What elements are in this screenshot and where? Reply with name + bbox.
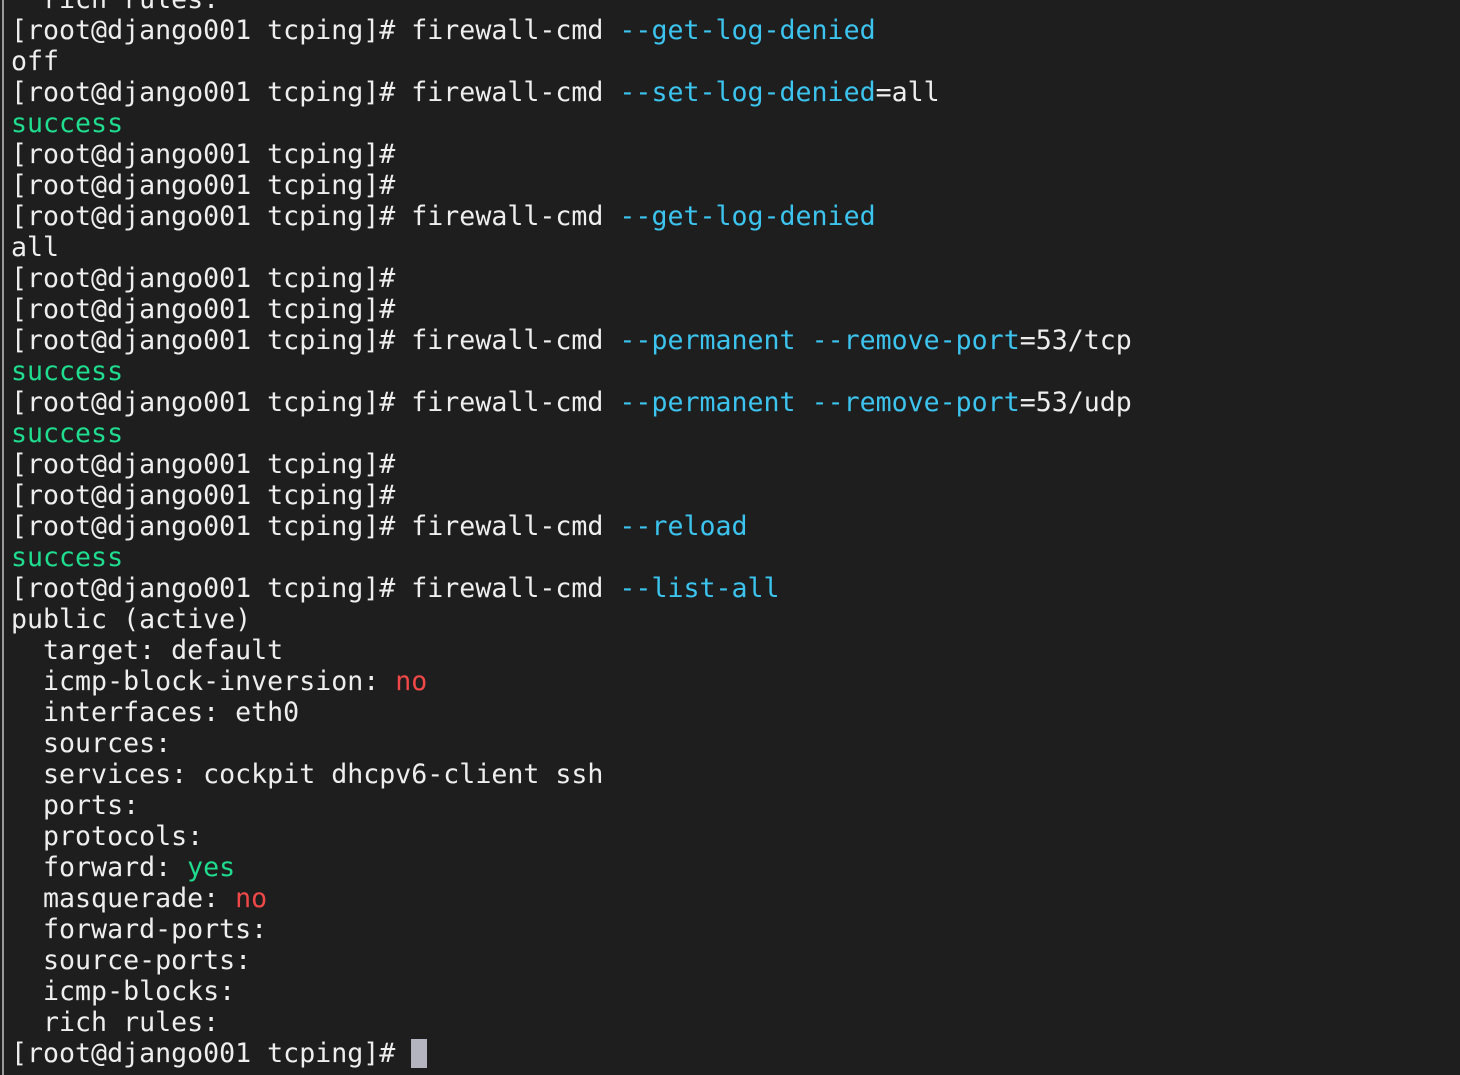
terminal-line: icmp-block-inversion: no: [11, 666, 1132, 697]
terminal-line: [root@django001 tcping]#: [11, 170, 1132, 201]
terminal-text: =53/udp: [1019, 387, 1132, 418]
terminal-text: [root@django001 tcping]# firewall-cmd: [11, 201, 620, 232]
status-positive: success: [11, 542, 124, 573]
terminal-line: [root@django001 tcping]#: [11, 449, 1132, 480]
terminal-output: rich rules:[root@django001 tcping]# fire…: [11, 0, 1132, 1069]
terminal-line: [root@django001 tcping]# firewall-cmd --…: [11, 511, 1132, 542]
terminal-line: rich rules:: [11, 0, 1132, 15]
terminal-line: [root@django001 tcping]#: [11, 263, 1132, 294]
terminal-line: [root@django001 tcping]# firewall-cmd --…: [11, 77, 1132, 108]
terminal-text: [root@django001 tcping]#: [11, 480, 396, 511]
status-negative: no: [395, 666, 428, 697]
terminal-window[interactable]: rich rules:[root@django001 tcping]# fire…: [2, 0, 1460, 1075]
status-positive: success: [11, 418, 124, 449]
terminal-text: target: default: [11, 635, 284, 666]
terminal-text: interfaces: eth0: [11, 697, 300, 728]
terminal-line: [root@django001 tcping]#: [11, 294, 1132, 325]
terminal-text: [root@django001 tcping]# firewall-cmd: [11, 573, 620, 604]
command-option: --remove-port: [811, 325, 1020, 356]
terminal-line: public (active): [11, 604, 1132, 635]
terminal-text: [root@django001 tcping]# firewall-cmd: [11, 325, 620, 356]
status-positive: yes: [187, 852, 236, 883]
terminal-text: [root@django001 tcping]#: [11, 139, 396, 170]
terminal-line: masquerade: no: [11, 883, 1132, 914]
terminal-text: =all: [875, 77, 940, 108]
prompt-line: [root@django001 tcping]#: [11, 1038, 1132, 1069]
terminal-text: [root@django001 tcping]#: [11, 263, 396, 294]
terminal-line: [root@django001 tcping]# firewall-cmd --…: [11, 15, 1132, 46]
terminal-line: icmp-blocks:: [11, 976, 1132, 1007]
terminal-text: rich rules:: [11, 0, 219, 15]
terminal-line: all: [11, 232, 1132, 263]
terminal-text: masquerade:: [11, 883, 236, 914]
terminal-text: icmp-block-inversion:: [11, 666, 396, 697]
command-option: --get-log-denied: [619, 201, 876, 232]
command-option: --permanent: [619, 387, 796, 418]
terminal-text: [root@django001 tcping]#: [11, 449, 396, 480]
terminal-text: [root@django001 tcping]#: [11, 1038, 412, 1069]
terminal-line: protocols:: [11, 821, 1132, 852]
cursor-block[interactable]: [411, 1039, 428, 1068]
terminal-text: forward-ports:: [11, 914, 268, 945]
terminal-text: icmp-blocks:: [11, 976, 236, 1007]
terminal-line: interfaces: eth0: [11, 697, 1132, 728]
terminal-text: forward:: [11, 852, 188, 883]
terminal-line: [root@django001 tcping]# firewall-cmd --…: [11, 201, 1132, 232]
command-option: --permanent: [619, 325, 796, 356]
terminal-text: =53/tcp: [1019, 325, 1132, 356]
terminal-text: public (active): [11, 604, 252, 635]
terminal-line: forward: yes: [11, 852, 1132, 883]
terminal-line: [root@django001 tcping]# firewall-cmd --…: [11, 325, 1132, 356]
terminal-line: off: [11, 46, 1132, 77]
terminal-text: all: [11, 232, 60, 263]
command-option: --reload: [619, 511, 748, 542]
status-negative: no: [235, 883, 268, 914]
terminal-line: [root@django001 tcping]#: [11, 480, 1132, 511]
terminal-line: [root@django001 tcping]# firewall-cmd --…: [11, 387, 1132, 418]
command-option: --get-log-denied: [619, 15, 876, 46]
terminal-text: source-ports:: [11, 945, 252, 976]
terminal-line: services: cockpit dhcpv6-client ssh: [11, 759, 1132, 790]
terminal-line: success: [11, 108, 1132, 139]
terminal-line: success: [11, 542, 1132, 573]
status-positive: success: [11, 356, 124, 387]
terminal-text: sources:: [11, 728, 172, 759]
command-option: --set-log-denied: [619, 77, 876, 108]
terminal-text: ports:: [11, 790, 140, 821]
status-positive: success: [11, 108, 124, 139]
terminal-text: [root@django001 tcping]# firewall-cmd: [11, 387, 620, 418]
terminal-line: source-ports:: [11, 945, 1132, 976]
terminal-text: off: [11, 46, 60, 77]
terminal-line: sources:: [11, 728, 1132, 759]
terminal-text: [root@django001 tcping]# firewall-cmd: [11, 511, 620, 542]
terminal-text: [root@django001 tcping]# firewall-cmd: [11, 77, 620, 108]
terminal-text: services: cockpit dhcpv6-client ssh: [11, 759, 604, 790]
command-option: --remove-port: [811, 387, 1020, 418]
terminal-line: success: [11, 418, 1132, 449]
terminal-text: [root@django001 tcping]#: [11, 294, 396, 325]
terminal-line: [root@django001 tcping]#: [11, 139, 1132, 170]
terminal-line: target: default: [11, 635, 1132, 666]
terminal-text: [root@django001 tcping]# firewall-cmd: [11, 15, 620, 46]
terminal-text: [root@django001 tcping]#: [11, 170, 396, 201]
terminal-text: protocols:: [11, 821, 204, 852]
terminal-line: rich rules:: [11, 1007, 1132, 1038]
terminal-line: success: [11, 356, 1132, 387]
terminal-line: forward-ports:: [11, 914, 1132, 945]
terminal-text: rich rules:: [11, 1007, 220, 1038]
terminal-line: ports:: [11, 790, 1132, 821]
terminal-line: [root@django001 tcping]# firewall-cmd --…: [11, 573, 1132, 604]
command-option: --list-all: [619, 573, 780, 604]
